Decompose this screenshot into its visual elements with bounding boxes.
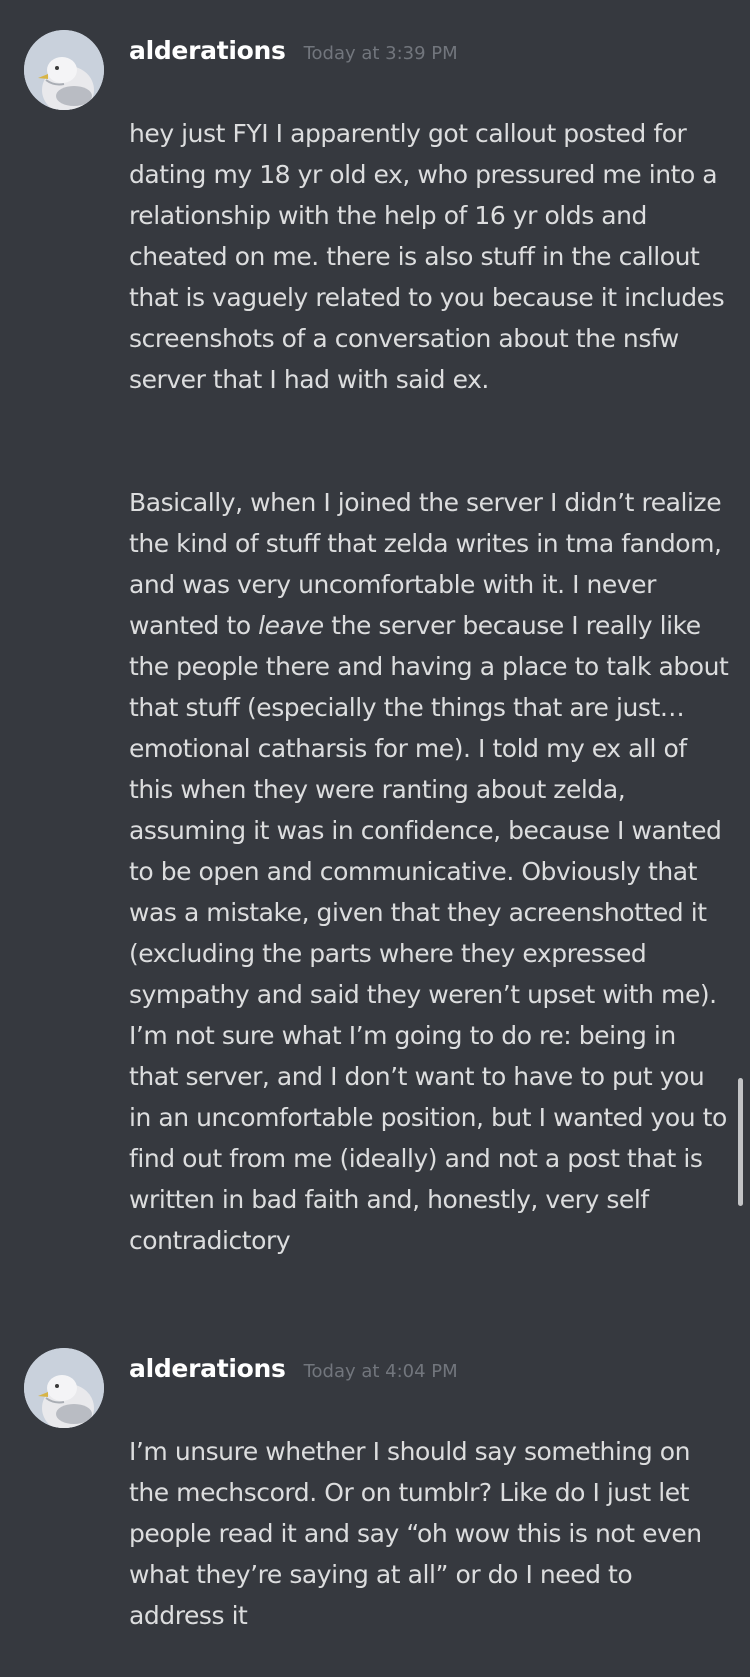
user-avatar[interactable] [24, 30, 104, 110]
username[interactable]: alderations [129, 36, 286, 65]
user-avatar[interactable] [24, 1348, 104, 1428]
message-content: alderations Today at 3:39 PM hey just FY… [129, 36, 729, 1261]
message-paragraph-1: I’m unsure whether I should say somethin… [129, 1437, 702, 1630]
message-content: alderations Today at 4:04 PM I’m unsure … [129, 1354, 729, 1677]
seagull-avatar-icon [24, 30, 104, 110]
timestamp: Today at 4:04 PM [303, 1361, 458, 1382]
message-header: alderations Today at 4:04 PM [129, 1354, 729, 1390]
message-header: alderations Today at 3:39 PM [129, 36, 729, 72]
message-text: I’m unsure whether I should say somethin… [129, 1390, 729, 1677]
seagull-avatar-icon [24, 1348, 104, 1428]
message-paragraph-1: hey just FYI I apparently got callout po… [129, 119, 725, 394]
message-text: hey just FYI I apparently got callout po… [129, 72, 729, 441]
message-paragraph-2-end: the server because I really like the peo… [129, 611, 729, 1255]
timestamp: Today at 3:39 PM [303, 43, 458, 64]
message-text-2: Basically, when I joined the server I di… [129, 482, 729, 1261]
italic-word: leave [258, 611, 324, 640]
scrollbar-thumb[interactable] [738, 1078, 743, 1206]
username[interactable]: alderations [129, 1354, 286, 1383]
